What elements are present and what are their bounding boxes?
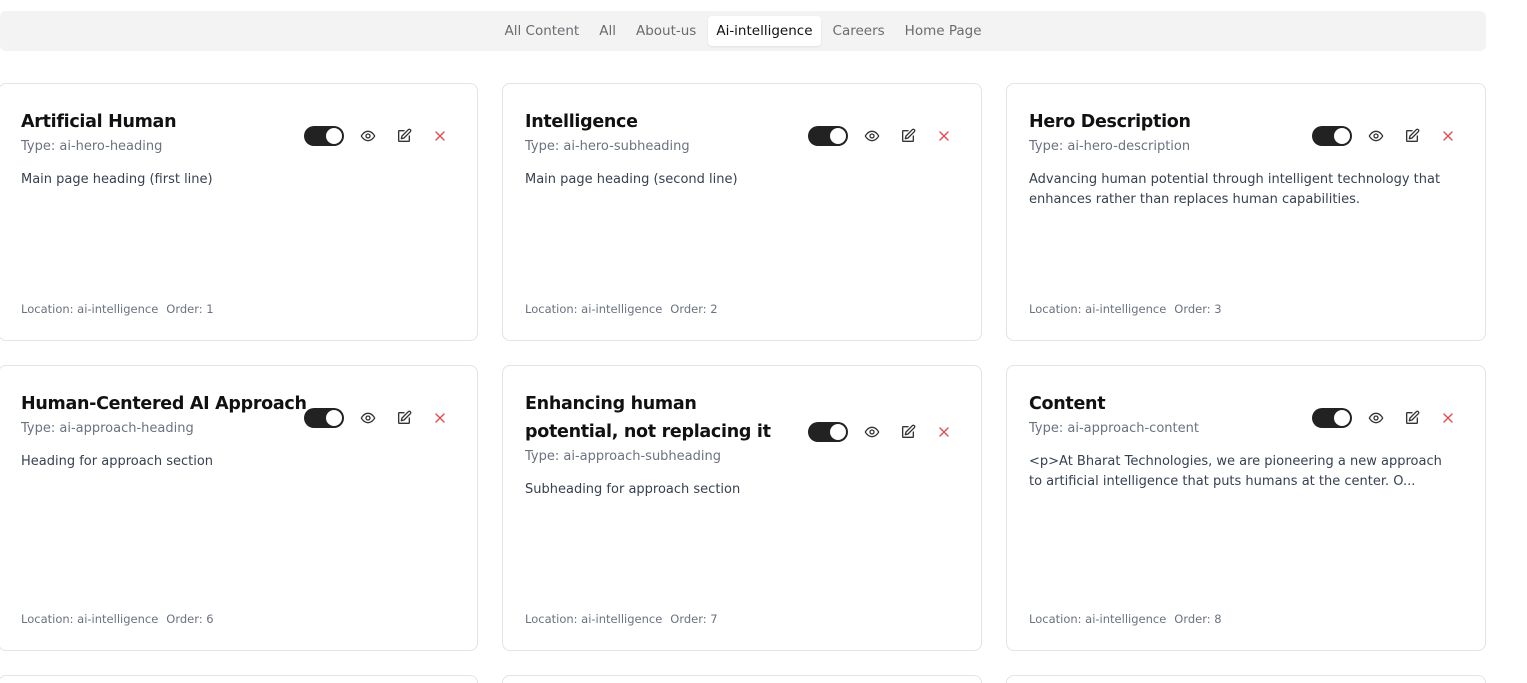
card-type: Type: ai-approach-subheading — [525, 449, 721, 464]
card-footer: Location: ai-intelligence Order: 8 — [1029, 612, 1222, 626]
content-card: Intelligence Type: ai-hero-subheading Ma… — [502, 83, 982, 341]
eye-icon[interactable] — [1364, 406, 1388, 430]
content-card: Content Type: ai-approach-content <p>At … — [1006, 365, 1486, 651]
card-title: Hero Description — [1029, 112, 1191, 132]
card-title: Enhancing human potential, not replacing… — [525, 394, 771, 442]
card-title: Intelligence — [525, 112, 638, 132]
card-footer: Location: ai-intelligence Order: 6 — [21, 612, 214, 626]
edit-icon[interactable] — [896, 420, 920, 444]
card-location: Location: ai-intelligence — [1029, 612, 1167, 626]
tab-ai-intelligence[interactable]: Ai-intelligence — [708, 16, 821, 46]
card-type: Type: ai-hero-subheading — [525, 139, 690, 154]
card-description: Subheading for approach section — [525, 482, 741, 497]
content-card-partial — [502, 675, 982, 683]
content-card-partial — [0, 675, 478, 683]
tab-about-us[interactable]: About-us — [628, 16, 704, 46]
card-location: Location: ai-intelligence — [1029, 302, 1167, 316]
edit-icon[interactable] — [896, 124, 920, 148]
card-footer: Location: ai-intelligence Order: 7 — [525, 612, 718, 626]
edit-icon[interactable] — [1400, 406, 1424, 430]
eye-icon[interactable] — [860, 420, 884, 444]
card-footer: Location: ai-intelligence Order: 1 — [21, 302, 214, 316]
content-card: Human-Centered AI Approach Type: ai-appr… — [0, 365, 478, 651]
card-type: Type: ai-approach-heading — [21, 421, 194, 436]
card-location: Location: ai-intelligence — [21, 612, 159, 626]
card-location: Location: ai-intelligence — [21, 302, 159, 316]
eye-icon[interactable] — [860, 124, 884, 148]
card-description: Main page heading (second line) — [525, 172, 738, 187]
close-icon[interactable] — [428, 124, 452, 148]
card-order: Order: 3 — [1174, 302, 1222, 316]
card-description: Heading for approach section — [21, 454, 214, 469]
close-icon[interactable] — [428, 406, 452, 430]
edit-icon[interactable] — [392, 124, 416, 148]
card-controls — [808, 124, 956, 148]
close-icon[interactable] — [932, 124, 956, 148]
card-description: <p>At Bharat Technologies, we are pionee… — [1029, 454, 1442, 489]
card-type: Type: ai-approach-content — [1029, 421, 1199, 436]
eye-icon[interactable] — [356, 124, 380, 148]
eye-icon[interactable] — [356, 406, 380, 430]
content-card-partial — [1006, 675, 1486, 683]
active-toggle[interactable] — [808, 422, 848, 442]
card-footer: Location: ai-intelligence Order: 2 — [525, 302, 718, 316]
card-controls — [1312, 124, 1460, 148]
tab-all-content[interactable]: All Content — [496, 16, 587, 46]
card-type: Type: ai-hero-heading — [21, 139, 163, 154]
card-order: Order: 1 — [166, 302, 214, 316]
close-icon[interactable] — [1436, 406, 1460, 430]
card-controls — [304, 406, 452, 430]
active-toggle[interactable] — [808, 126, 848, 146]
card-title: Human-Centered AI Approach — [21, 394, 307, 414]
close-icon[interactable] — [932, 420, 956, 444]
tab-careers[interactable]: Careers — [825, 16, 893, 46]
content-filter-tabs: All Content All About-us Ai-intelligence… — [0, 11, 1486, 51]
tab-all[interactable]: All — [591, 16, 624, 46]
card-description: Advancing human potential through intell… — [1029, 172, 1441, 207]
card-footer: Location: ai-intelligence Order: 3 — [1029, 302, 1222, 316]
card-location: Location: ai-intelligence — [525, 612, 663, 626]
edit-icon[interactable] — [392, 406, 416, 430]
active-toggle[interactable] — [1312, 408, 1352, 428]
card-controls — [808, 420, 956, 444]
close-icon[interactable] — [1436, 124, 1460, 148]
card-order: Order: 2 — [670, 302, 718, 316]
card-title: Content — [1029, 394, 1106, 414]
card-location: Location: ai-intelligence — [525, 302, 663, 316]
card-order: Order: 8 — [1174, 612, 1222, 626]
content-card: Hero Description Type: ai-hero-descripti… — [1006, 83, 1486, 341]
card-controls — [1312, 406, 1460, 430]
active-toggle[interactable] — [304, 408, 344, 428]
card-order: Order: 7 — [670, 612, 718, 626]
card-title: Artificial Human — [21, 112, 177, 132]
eye-icon[interactable] — [1364, 124, 1388, 148]
content-card: Enhancing human potential, not replacing… — [502, 365, 982, 651]
card-order: Order: 6 — [166, 612, 214, 626]
card-controls — [304, 124, 452, 148]
card-description: Main page heading (first line) — [21, 172, 213, 187]
tab-home-page[interactable]: Home Page — [897, 16, 990, 46]
active-toggle[interactable] — [1312, 126, 1352, 146]
active-toggle[interactable] — [304, 126, 344, 146]
edit-icon[interactable] — [1400, 124, 1424, 148]
card-type: Type: ai-hero-description — [1029, 139, 1191, 154]
content-card: Artificial Human Type: ai-hero-heading M… — [0, 83, 478, 341]
